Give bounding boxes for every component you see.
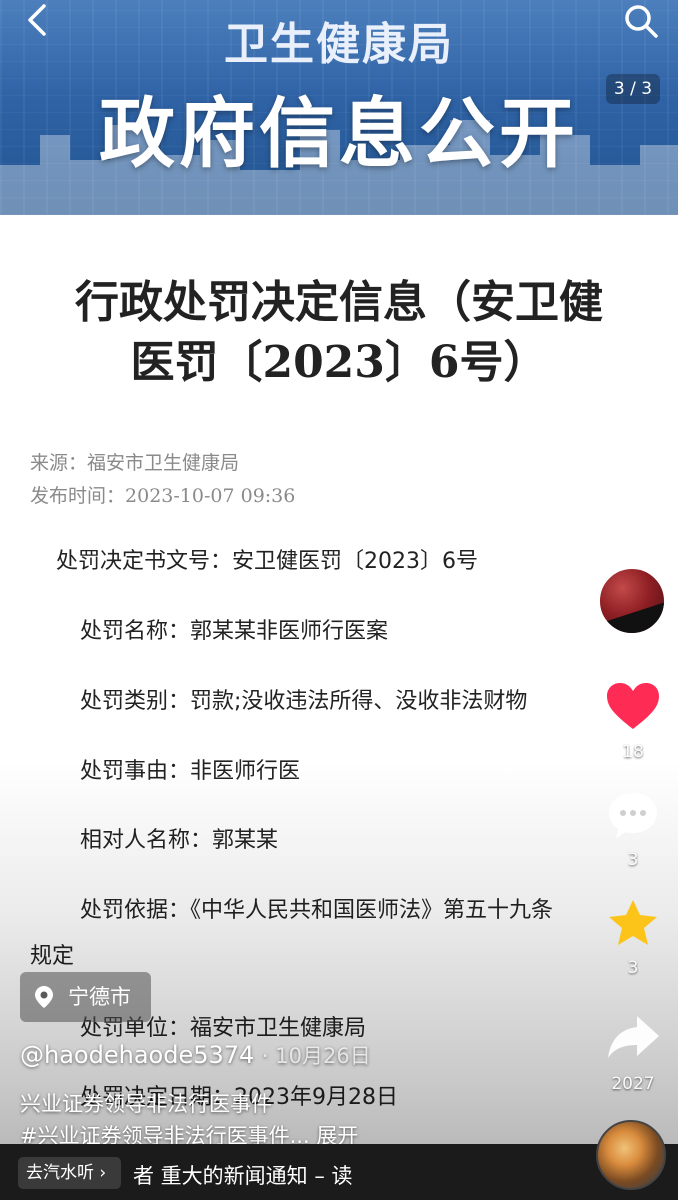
publish-value: 2023-10-07 09:36 bbox=[125, 485, 296, 507]
publish-line: 发布时间：2023-10-07 09:36 bbox=[30, 481, 295, 508]
field-penalty-basis: 处罚依据：《中华人民共和国医师法》第五十九条 bbox=[80, 898, 554, 923]
music-title[interactable]: 者 重大的新闻通知 – 读 bbox=[133, 1160, 353, 1190]
post-date: 10月26日 bbox=[275, 1044, 371, 1068]
banner: 卫生健康局 政府信息公开 3 / 3 bbox=[0, 0, 678, 215]
source-line: 来源：福安市卫生健康局 bbox=[30, 448, 239, 475]
publish-label: 发布时间： bbox=[30, 485, 126, 507]
music-bar: 去汽水听 › 者 重大的新闻通知 – 读 bbox=[0, 1144, 678, 1200]
heart-icon[interactable] bbox=[605, 682, 661, 732]
document-title: 行政处罚决定信息（安卫健 医罚〔2023〕6号） bbox=[0, 273, 678, 393]
document-title-line-1: 行政处罚决定信息（安卫健 bbox=[75, 277, 603, 328]
star-icon[interactable] bbox=[605, 898, 661, 948]
field-penalty-basis-cont: 规定 bbox=[30, 944, 75, 969]
author-name[interactable]: @haodehaode5374 bbox=[20, 1041, 254, 1069]
creator-avatar[interactable] bbox=[597, 566, 667, 636]
source-label: 来源： bbox=[30, 452, 88, 474]
like-count: 18 bbox=[622, 742, 644, 762]
share-icon[interactable] bbox=[605, 1012, 661, 1062]
field-party-name: 相对人名称：郭某某 bbox=[80, 828, 279, 853]
source-value: 福安市卫生健康局 bbox=[87, 452, 240, 474]
author-line: @haodehaode5374 · 10月26日 bbox=[20, 1040, 371, 1070]
favorite-count: 3 bbox=[627, 958, 639, 978]
listen-button-label: 去汽水听 bbox=[26, 1163, 94, 1183]
chevron-right-icon: › bbox=[94, 1163, 107, 1183]
search-icon[interactable] bbox=[622, 2, 660, 40]
location-label: 宁德市 bbox=[68, 985, 131, 1009]
banner-title: 政府信息公开 bbox=[99, 89, 579, 178]
document-title-line-2: 医罚〔2023〕6号） bbox=[130, 337, 548, 388]
comment-count: 3 bbox=[627, 850, 639, 870]
page-counter: 3 / 3 bbox=[606, 74, 660, 104]
music-disc[interactable] bbox=[596, 1120, 666, 1190]
field-decision-number: 处罚决定书文号：安卫健医罚〔2023〕6号 bbox=[56, 549, 478, 574]
field-penalty-type: 处罚类别：罚款;没收违法所得、没收非法财物 bbox=[80, 689, 528, 714]
comment-icon[interactable] bbox=[605, 790, 661, 840]
location-pin-icon bbox=[35, 986, 53, 1008]
field-penalty-reason: 处罚事由：非医师行医 bbox=[80, 759, 301, 784]
share-count: 2027 bbox=[611, 1074, 655, 1094]
location-tag[interactable]: 宁德市 bbox=[20, 972, 151, 1022]
field-penalty-name: 处罚名称：郭某某非医师行医案 bbox=[80, 619, 389, 644]
video-title: 兴业证券领导非法行医事件 bbox=[20, 1092, 272, 1116]
banner-subtitle: 卫生健康局 bbox=[224, 19, 454, 70]
back-icon[interactable] bbox=[22, 2, 52, 38]
post-date-separator: · bbox=[261, 1044, 276, 1068]
listen-button[interactable]: 去汽水听 › bbox=[18, 1157, 121, 1189]
